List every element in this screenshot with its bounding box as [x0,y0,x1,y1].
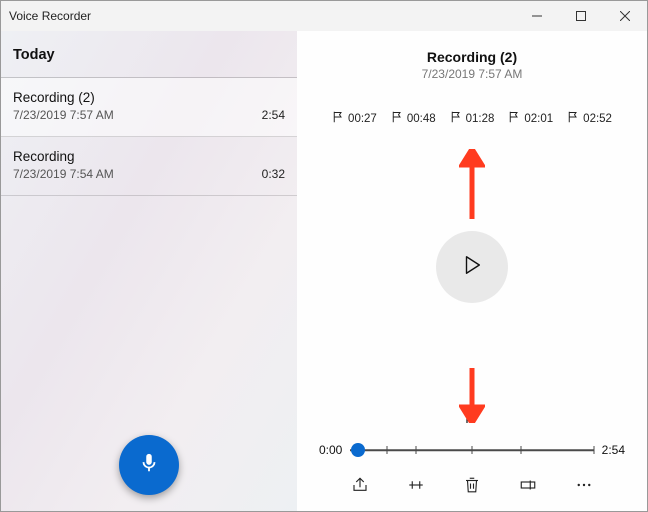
close-button[interactable] [603,1,647,31]
play-button[interactable] [436,231,508,303]
ellipsis-icon [575,476,593,499]
trash-icon [463,476,481,499]
seek-tick [386,446,387,454]
total-time: 2:54 [602,443,625,457]
seek-bar[interactable] [350,441,593,459]
bookmark-time: 02:52 [583,113,612,125]
action-bar [297,459,647,511]
recording-date: 7/23/2019 7:54 AM [13,167,262,181]
flag-icon [450,111,462,126]
microphone-icon [138,452,160,479]
seek-tick [472,446,473,454]
flag-icon [508,111,520,126]
recording-name: Recording (2) [13,90,262,105]
record-button[interactable] [119,435,179,495]
trim-button[interactable] [406,477,426,497]
bookmark[interactable]: 00:48 [391,111,436,126]
share-icon [351,476,369,499]
flag-icon [464,411,480,428]
section-today-header: Today [1,31,297,78]
recording-item[interactable]: Recording (2) 7/23/2019 7:57 AM 2:54 [1,78,297,137]
recording-subtitle: 7/23/2019 7:57 AM [297,67,647,81]
bookmark[interactable]: 00:27 [332,111,377,126]
bookmark-time: 01:28 [466,113,495,125]
seek-tick [593,446,594,454]
bookmark[interactable]: 01:28 [450,111,495,126]
recording-item[interactable]: Recording 7/23/2019 7:54 AM 0:32 [1,137,297,196]
bookmark-time: 00:27 [348,113,377,125]
delete-button[interactable] [462,477,482,497]
timeline: 0:00 2:54 [297,441,647,459]
recording-title: Recording (2) [297,49,647,65]
player-panel: Recording (2) 7/23/2019 7:57 AM 00:27 00… [297,31,647,511]
app-window: Voice Recorder Today Recording (2) 7/23/… [0,0,648,512]
seek-tick [416,446,417,454]
recording-date: 7/23/2019 7:57 AM [13,108,262,122]
app-title: Voice Recorder [9,9,91,23]
add-bookmark-button[interactable] [297,408,647,429]
flag-icon [567,111,579,126]
flag-icon [332,111,344,126]
bookmark[interactable]: 02:01 [508,111,553,126]
more-button[interactable] [574,477,594,497]
recordings-sidebar: Today Recording (2) 7/23/2019 7:57 AM 2:… [1,31,297,511]
bookmarks-row: 00:27 00:48 01:28 02:01 02:52 [297,111,647,126]
play-area [297,126,647,408]
recording-duration: 0:32 [262,167,285,181]
recording-name: Recording [13,149,262,164]
play-icon [461,252,483,283]
maximize-button[interactable] [559,1,603,31]
share-button[interactable] [350,477,370,497]
rename-button[interactable] [518,477,538,497]
current-time: 0:00 [319,443,342,457]
bookmark[interactable]: 02:52 [567,111,612,126]
seek-tick [520,446,521,454]
rename-icon [519,476,537,499]
trim-icon [407,476,425,499]
recording-duration: 2:54 [262,108,285,122]
bookmark-time: 00:48 [407,113,436,125]
title-bar: Voice Recorder [1,1,647,31]
minimize-button[interactable] [515,1,559,31]
flag-icon [391,111,403,126]
bookmark-time: 02:01 [524,113,553,125]
content-area: Today Recording (2) 7/23/2019 7:57 AM 2:… [1,31,647,511]
seek-thumb[interactable] [351,443,365,457]
